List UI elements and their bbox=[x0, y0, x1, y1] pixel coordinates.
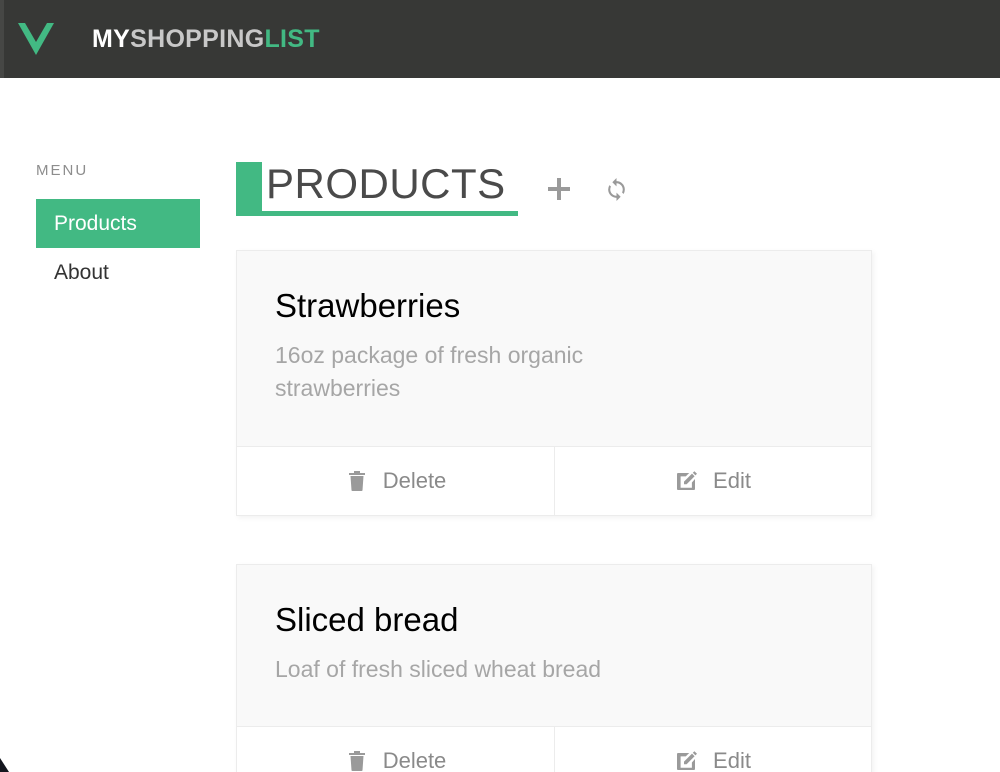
trash-icon bbox=[348, 751, 365, 772]
brand-part-my: MY bbox=[92, 24, 131, 53]
app-header: MYSHOPPINGLIST bbox=[0, 0, 1000, 78]
product-card-footer: Delete Edit bbox=[237, 726, 871, 772]
add-product-button[interactable] bbox=[542, 172, 576, 206]
refresh-button[interactable] bbox=[600, 172, 634, 206]
product-card: Strawberries 16oz package of fresh organ… bbox=[236, 250, 872, 516]
plus-icon bbox=[547, 178, 570, 201]
sidebar: MENU Products About bbox=[0, 162, 200, 297]
refresh-icon bbox=[608, 177, 626, 201]
edit-button-label: Edit bbox=[713, 748, 751, 772]
trash-icon bbox=[348, 470, 365, 491]
delete-button-label: Delete bbox=[382, 748, 447, 772]
sidebar-heading: MENU bbox=[36, 162, 89, 179]
brand-title: MYSHOPPINGLIST bbox=[92, 24, 320, 53]
page-heading: PRODUCTS bbox=[236, 160, 872, 217]
edit-icon bbox=[677, 470, 698, 490]
product-card-body: Sliced bread Loaf of fresh sliced wheat … bbox=[237, 565, 871, 726]
sidebar-item-about[interactable]: About bbox=[36, 248, 200, 297]
edit-button-label: Edit bbox=[713, 467, 751, 493]
delete-button-label: Delete bbox=[382, 467, 447, 493]
main-content: PRODUCTS Strawberries 16oz package of fr… bbox=[200, 160, 1000, 772]
delete-button[interactable]: Delete bbox=[237, 727, 554, 772]
heading-accent-underline bbox=[236, 211, 518, 217]
page-title: PRODUCTS bbox=[266, 160, 506, 207]
page-body: MENU Products About PRODUCTS Strawberrie… bbox=[0, 78, 1000, 772]
page-title-wrap: PRODUCTS bbox=[236, 160, 518, 217]
brand-part-shopping: SHOPPING bbox=[130, 24, 265, 53]
edit-icon bbox=[677, 751, 698, 770]
product-card-footer: Delete Edit bbox=[237, 445, 871, 515]
product-card: Sliced bread Loaf of fresh sliced wheat … bbox=[236, 563, 872, 772]
delete-button[interactable]: Delete bbox=[237, 447, 554, 515]
header-left-edge bbox=[0, 0, 4, 78]
sidebar-item-label: Products bbox=[54, 212, 137, 235]
brand-part-list: LIST bbox=[264, 24, 320, 53]
edit-button[interactable]: Edit bbox=[554, 446, 871, 515]
vue-logo-icon bbox=[18, 23, 54, 55]
product-description: 16oz package of fresh organic strawberri… bbox=[275, 342, 584, 402]
sidebar-item-products[interactable]: Products bbox=[36, 199, 200, 248]
sidebar-item-label: About bbox=[54, 261, 109, 284]
product-card-body: Strawberries 16oz package of fresh organ… bbox=[237, 251, 871, 446]
product-title: Sliced bread bbox=[275, 600, 459, 638]
heading-accent-vertical bbox=[236, 162, 262, 217]
edit-button[interactable]: Edit bbox=[554, 727, 871, 772]
product-title: Strawberries bbox=[275, 287, 461, 325]
product-description: Loaf of fresh sliced wheat bread bbox=[275, 655, 602, 682]
